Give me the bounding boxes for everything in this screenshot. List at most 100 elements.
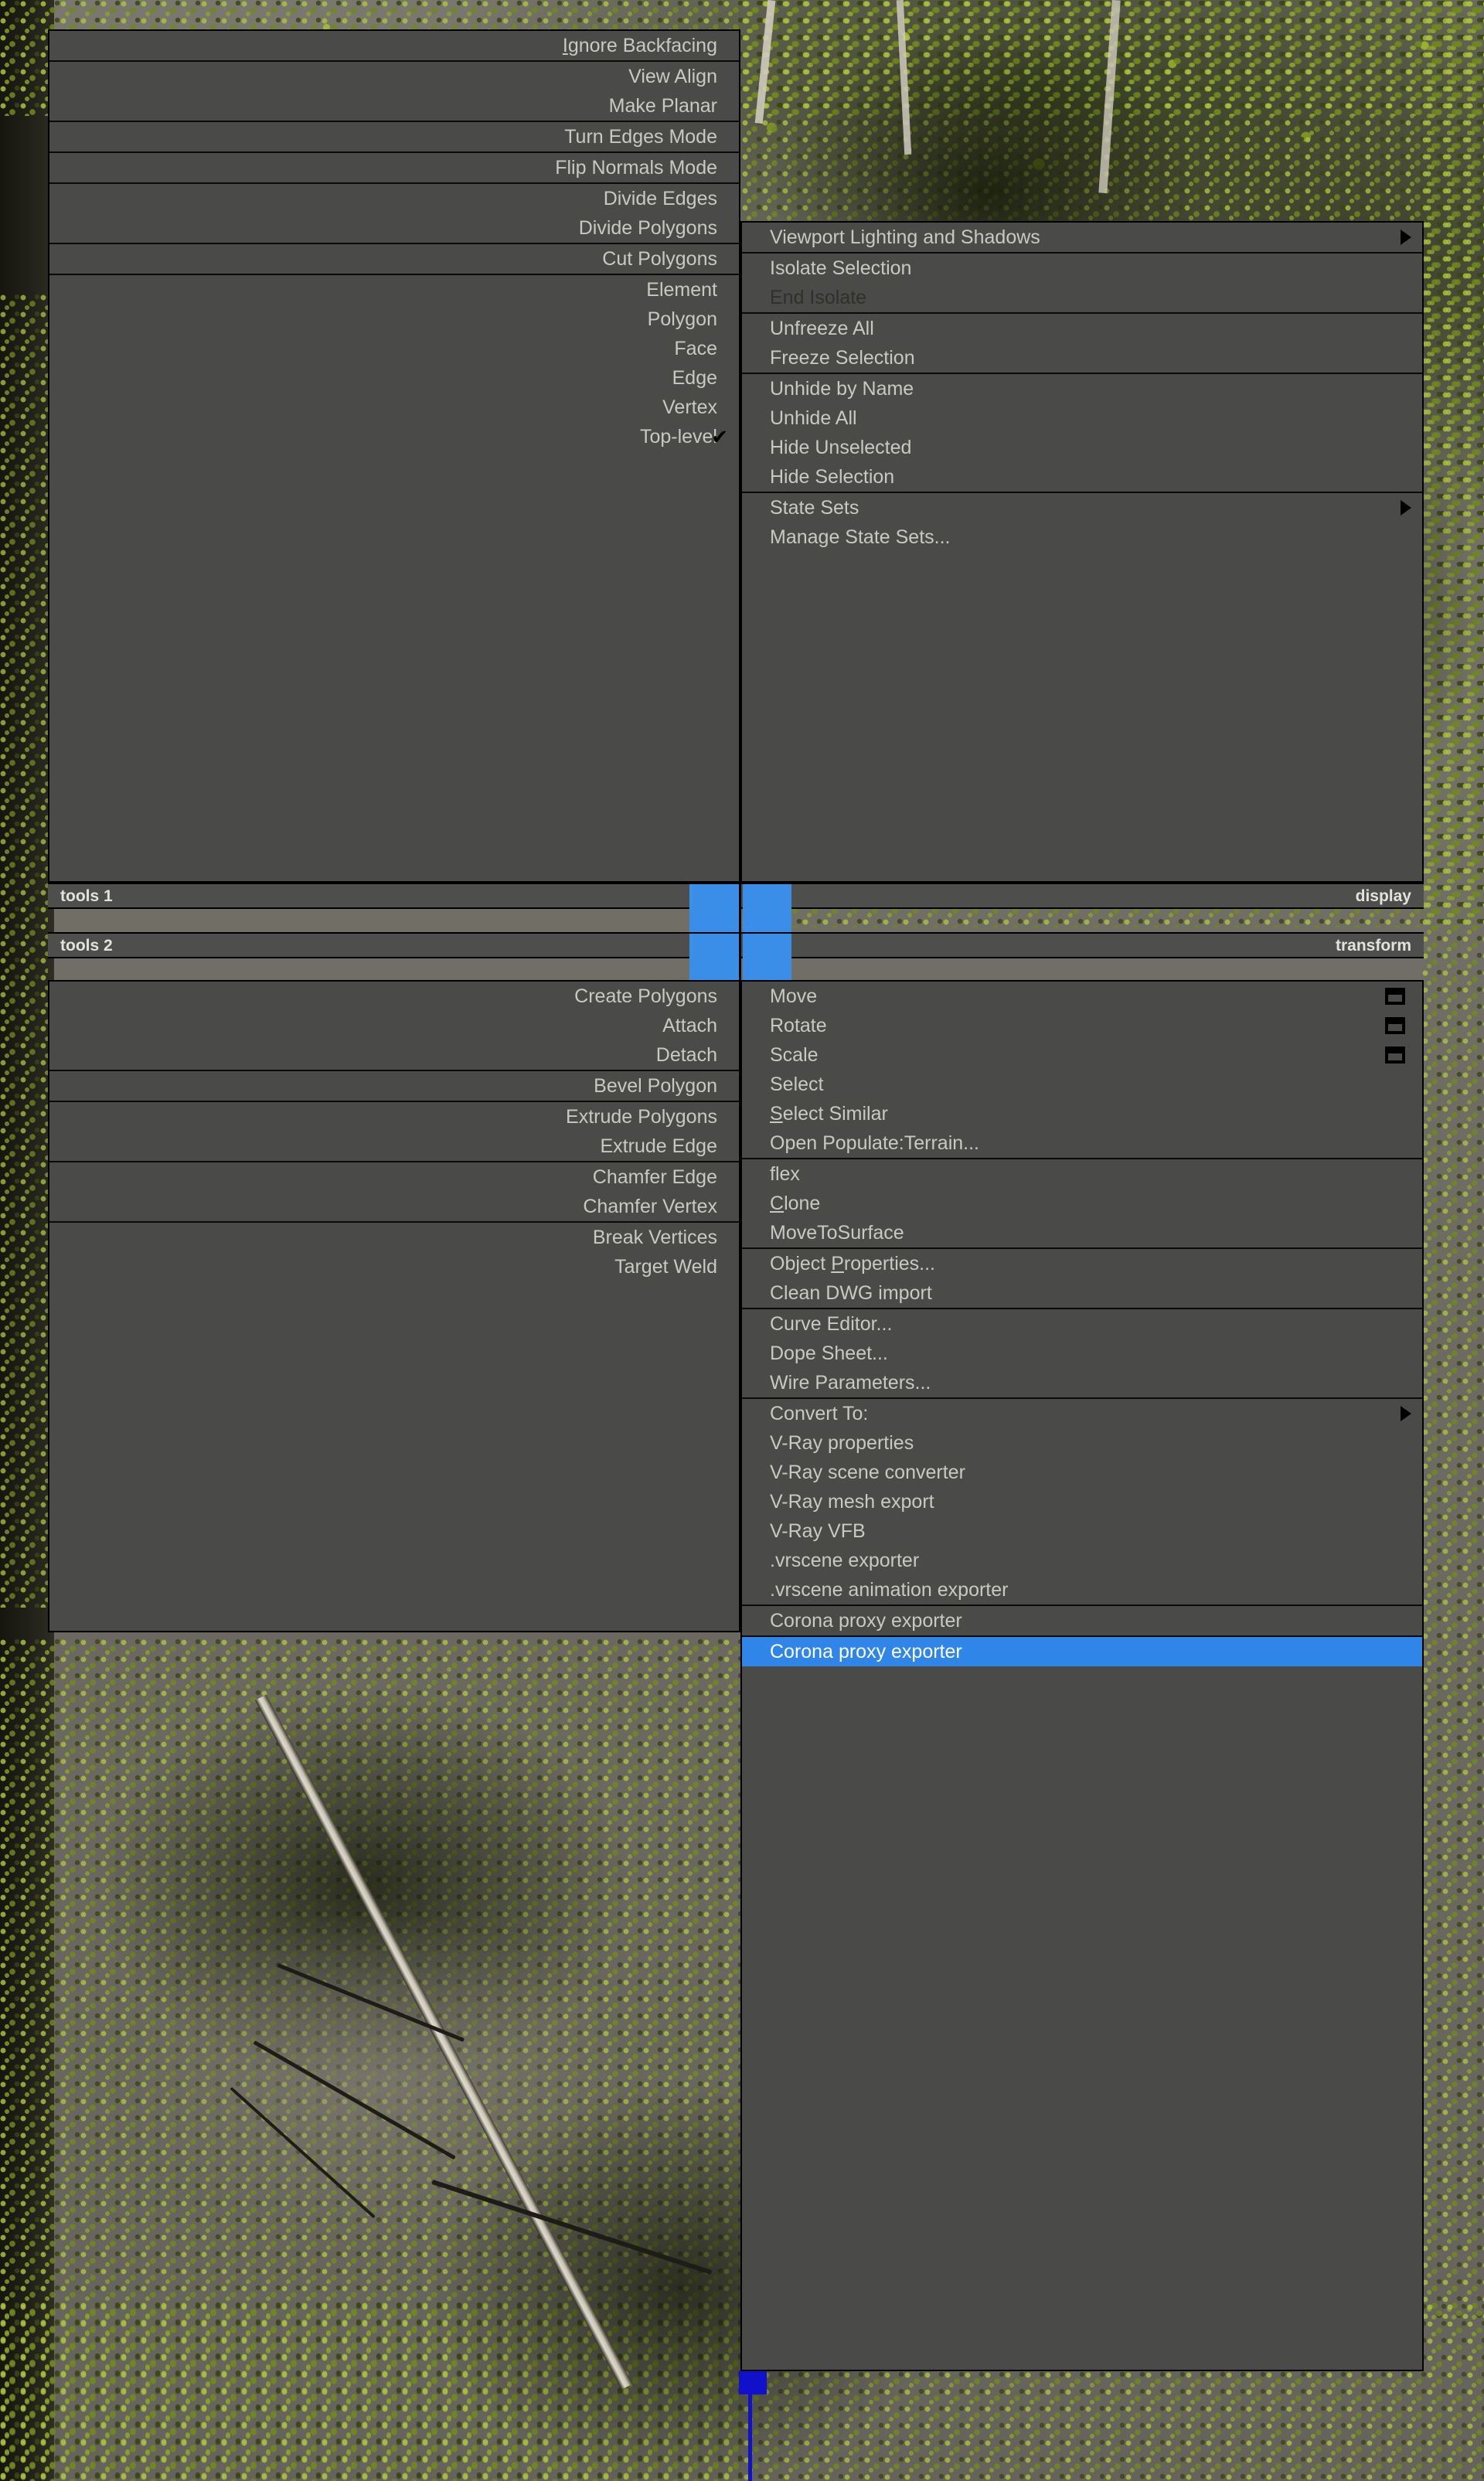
menu-item-label: Select Similar xyxy=(770,1103,888,1125)
ground-clearing xyxy=(131,1917,626,2241)
menu-item-movetosurface[interactable]: MoveToSurface xyxy=(742,1218,1422,1247)
menu-item-unfreeze-all[interactable]: Unfreeze All xyxy=(742,314,1422,343)
quad-label-tools2: tools 2 xyxy=(60,937,113,955)
menu-item-label: Scale xyxy=(770,1044,819,1066)
menu-item-curve-editor[interactable]: Curve Editor... xyxy=(742,1309,1422,1339)
dialog-settings-icon[interactable] xyxy=(1385,988,1405,1005)
quad-menu-upper-left[interactable]: Ignore Backfacing View Align Make Planar Tu… xyxy=(48,29,740,883)
menu-item-label: Hide Selection xyxy=(770,466,895,488)
menu-item-detach[interactable]: Detach xyxy=(49,1040,739,1070)
menu-item-clone[interactable]: Clone xyxy=(742,1189,1422,1218)
menu-item-attach[interactable]: Attach xyxy=(49,1011,739,1040)
menu-item-label: V-Ray scene converter xyxy=(770,1462,965,1483)
menu-item-flip-normals-mode[interactable]: Flip Normals Mode xyxy=(49,153,739,182)
menu-item-wire-parameters[interactable]: Wire Parameters... xyxy=(742,1368,1422,1397)
menu-item-label: Extrude Edge xyxy=(600,1135,718,1157)
menu-item-corona-proxy-exporter[interactable]: Corona proxy exporter xyxy=(742,1637,1422,1666)
menu-item-unhide-all[interactable]: Unhide All xyxy=(742,403,1422,433)
checkmark-icon: ✔ xyxy=(711,425,728,448)
menu-item-chamfer-edge[interactable]: Chamfer Edge xyxy=(49,1162,739,1192)
menu-item-freeze-selection[interactable]: Freeze Selection xyxy=(742,343,1422,373)
menu-item-viewport-lighting-and-shadows[interactable]: Viewport Lighting and Shadows xyxy=(742,223,1422,252)
menu-item-label: V-Ray properties xyxy=(770,1432,914,1454)
menu-item-polygon[interactable]: Polygon xyxy=(49,305,739,334)
menu-item-label: Convert To: xyxy=(770,1403,869,1424)
menu-item-label: Move xyxy=(770,985,818,1007)
menu-item-ignore-backfacing[interactable]: Ignore Backfacing xyxy=(49,31,739,60)
menu-item-label: Unhide by Name xyxy=(770,378,914,400)
menu-item-make-planar[interactable]: Make Planar xyxy=(49,91,739,121)
menu-item-v-ray-properties[interactable]: V-Ray properties xyxy=(742,1428,1422,1458)
menu-item-hide-selection[interactable]: Hide Selection xyxy=(742,462,1422,492)
menu-item-label: Unfreeze All xyxy=(770,318,874,339)
menu-item-scale[interactable]: Scale xyxy=(742,1040,1422,1070)
menu-item-chamfer-vertex[interactable]: Chamfer Vertex xyxy=(49,1192,739,1221)
menu-item-edge[interactable]: Edge xyxy=(49,363,739,393)
dialog-settings-icon[interactable] xyxy=(1385,1017,1405,1034)
menu-item-corona-proxy-exporter[interactable]: Corona proxy exporter xyxy=(742,1606,1422,1635)
menu-item-top-level[interactable]: Top-level ✔ xyxy=(49,422,739,451)
menu-item-label: Detach xyxy=(655,1044,717,1066)
menu-item-label: Dope Sheet... xyxy=(770,1343,888,1364)
menu-item-label: Turn Edges Mode xyxy=(564,126,717,148)
menu-item-hide-unselected[interactable]: Hide Unselected xyxy=(742,433,1422,462)
menu-item-flex[interactable]: flex xyxy=(742,1159,1422,1189)
menu-item-label: MoveToSurface xyxy=(770,1222,904,1244)
quad-menu-upper-right[interactable]: Viewport Lighting and Shadows Isolate Sel… xyxy=(740,221,1424,883)
menu-item-manage-state-sets[interactable]: Manage State Sets... xyxy=(742,522,1422,552)
quad-accent-top-right xyxy=(743,884,791,932)
menu-item-v-ray-mesh-export[interactable]: V-Ray mesh export xyxy=(742,1487,1422,1516)
menu-item-label: End Isolate xyxy=(770,287,867,308)
menu-item-label: Divide Edges xyxy=(603,188,717,209)
menu-item-v-ray-vfb[interactable]: V-Ray VFB xyxy=(742,1516,1422,1546)
menu-item-label: State Sets xyxy=(770,497,859,519)
menu-item-convert-to[interactable]: Convert To: xyxy=(742,1399,1422,1428)
menu-item-target-weld[interactable]: Target Weld xyxy=(49,1252,739,1281)
cursor-marker-tail xyxy=(748,2394,752,2481)
menu-item-create-polygons[interactable]: Create Polygons xyxy=(49,982,739,1011)
submenu-arrow-icon xyxy=(1401,230,1411,245)
menu-item-select-similar[interactable]: Select Similar xyxy=(742,1099,1422,1128)
menu-item-state-sets[interactable]: State Sets xyxy=(742,493,1422,522)
quad-menu-lower-right[interactable]: Move Rotate Scale Select Select Similar Open … xyxy=(740,980,1424,2371)
menu-item-end-isolate: End Isolate xyxy=(742,283,1422,312)
menu-item-extrude-polygons[interactable]: Extrude Polygons xyxy=(49,1102,739,1132)
menu-item-label: Bevel Polygon xyxy=(594,1075,717,1097)
menu-item-break-vertices[interactable]: Break Vertices xyxy=(49,1223,739,1252)
menu-item-label: Corona proxy exporter xyxy=(770,1641,962,1663)
menu-item-label: Divide Polygons xyxy=(578,217,717,239)
menu-item-open-populate-terrain[interactable]: Open Populate:Terrain... xyxy=(742,1128,1422,1158)
menu-item-label: Rotate xyxy=(770,1015,827,1036)
quad-label-transform: transform xyxy=(1335,937,1411,955)
menu-item-vrscene-animation-exporter[interactable]: .vrscene animation exporter xyxy=(742,1575,1422,1605)
menu-item-isolate-selection[interactable]: Isolate Selection xyxy=(742,254,1422,283)
menu-item-rotate[interactable]: Rotate xyxy=(742,1011,1422,1040)
menu-item-divide-edges[interactable]: Divide Edges xyxy=(49,184,739,213)
menu-item-label: Edge xyxy=(672,367,717,389)
dialog-settings-icon[interactable] xyxy=(1385,1047,1405,1064)
submenu-arrow-icon xyxy=(1401,500,1411,516)
menu-item-vrscene-exporter[interactable]: .vrscene exporter xyxy=(742,1546,1422,1575)
menu-item-label: Wire Parameters... xyxy=(770,1372,931,1394)
menu-item-bevel-polygon[interactable]: Bevel Polygon xyxy=(49,1071,739,1101)
menu-item-unhide-by-name[interactable]: Unhide by Name xyxy=(742,374,1422,403)
menu-item-label: Chamfer Vertex xyxy=(583,1196,717,1217)
menu-item-turn-edges-mode[interactable]: Turn Edges Mode xyxy=(49,122,739,151)
menu-item-select[interactable]: Select xyxy=(742,1070,1422,1099)
menu-item-dope-sheet[interactable]: Dope Sheet... xyxy=(742,1339,1422,1368)
menu-item-label: Face xyxy=(674,338,717,359)
menu-item-move[interactable]: Move xyxy=(742,982,1422,1011)
menu-item-face[interactable]: Face xyxy=(49,334,739,363)
quad-menu-lower-left[interactable]: Create Polygons Attach Detach Bevel Polygon… xyxy=(48,980,740,1632)
menu-item-object-properties[interactable]: Object Properties... xyxy=(742,1249,1422,1278)
menu-item-element[interactable]: Element xyxy=(49,275,739,305)
menu-item-vertex[interactable]: Vertex xyxy=(49,393,739,422)
menu-item-clean-dwg-import[interactable]: Clean DWG import xyxy=(742,1278,1422,1308)
menu-item-extrude-edge[interactable]: Extrude Edge xyxy=(49,1132,739,1161)
menu-item-divide-polygons[interactable]: Divide Polygons xyxy=(49,213,739,243)
menu-item-v-ray-scene-converter[interactable]: V-Ray scene converter xyxy=(742,1458,1422,1487)
menu-item-view-align[interactable]: View Align xyxy=(49,62,739,91)
menu-item-label: Target Weld xyxy=(614,1256,717,1278)
menu-item-label: Clean DWG import xyxy=(770,1282,932,1304)
menu-item-cut-polygons[interactable]: Cut Polygons xyxy=(49,244,739,274)
